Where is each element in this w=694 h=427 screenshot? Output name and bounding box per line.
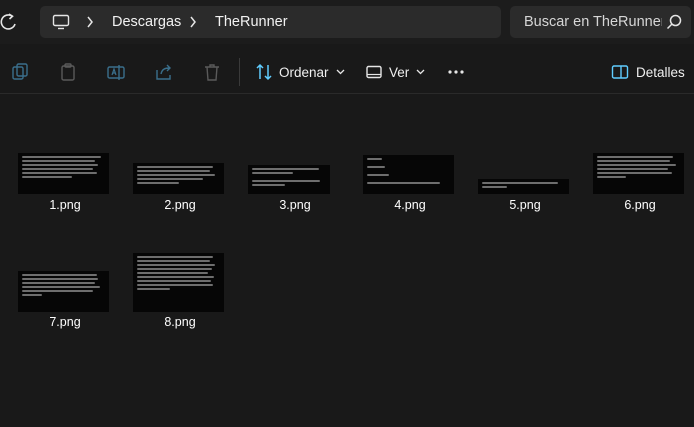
file-item-3[interactable]: 3.png xyxy=(240,151,350,255)
view-icon xyxy=(366,65,382,79)
sort-icon xyxy=(256,63,272,81)
file-name: 3.png xyxy=(279,198,311,212)
search-field[interactable]: Buscar en TheRunner xyxy=(510,6,691,38)
view-label: Ver xyxy=(389,64,410,80)
file-item-8[interactable]: 8.png xyxy=(125,253,235,357)
file-thumbnail xyxy=(478,179,569,194)
sort-button[interactable]: Ordenar xyxy=(254,60,345,84)
more-icon[interactable] xyxy=(446,62,466,82)
breadcrumb-item-descargas[interactable]: Descargas xyxy=(112,14,181,30)
breadcrumb[interactable]: Descargas TheRunner xyxy=(40,6,501,38)
details-button[interactable]: Detalles xyxy=(611,60,685,84)
refresh-icon[interactable] xyxy=(0,12,18,32)
share-icon[interactable] xyxy=(154,62,174,82)
view-button[interactable]: Ver xyxy=(365,60,425,84)
details-label: Detalles xyxy=(636,64,685,80)
file-thumbnail xyxy=(363,155,454,194)
breadcrumb-item-therunner[interactable]: TheRunner xyxy=(215,14,288,30)
sort-label: Ordenar xyxy=(279,64,329,80)
file-name: 7.png xyxy=(49,315,81,329)
file-item-1[interactable]: 1.png xyxy=(10,151,120,255)
file-name: 8.png xyxy=(164,315,196,329)
file-item-2[interactable]: 2.png xyxy=(125,151,235,255)
file-thumbnail xyxy=(248,165,330,194)
command-separator xyxy=(239,58,240,86)
chevron-down-icon xyxy=(416,69,425,75)
file-name: 1.png xyxy=(49,198,81,212)
search-placeholder: Buscar en TheRunner xyxy=(524,14,662,30)
chevron-down-icon xyxy=(336,69,344,75)
new-folder-icon[interactable] xyxy=(11,62,31,82)
copy-icon[interactable] xyxy=(58,62,78,82)
file-thumbnail xyxy=(593,153,684,194)
file-name: 6.png xyxy=(624,198,656,212)
address-row: Descargas TheRunner Buscar en TheRunner xyxy=(0,0,694,44)
file-thumbnail xyxy=(133,253,224,312)
delete-icon[interactable] xyxy=(202,62,222,82)
chevron-right-icon[interactable] xyxy=(189,16,197,28)
file-thumbnail xyxy=(18,153,109,194)
file-item-5[interactable]: 5.png xyxy=(470,151,580,255)
file-item-6[interactable]: 6.png xyxy=(585,151,694,255)
file-name: 4.png xyxy=(394,198,426,212)
file-thumbnail xyxy=(133,163,224,194)
file-grid: 1.png 2.png 3.png 4.png 5.png 6.png 7.pn… xyxy=(0,95,694,427)
file-thumbnail xyxy=(18,271,109,312)
chevron-right-icon[interactable] xyxy=(86,16,94,28)
command-bar: Ordenar Ver Detalles xyxy=(0,50,694,94)
this-pc-icon[interactable] xyxy=(52,13,70,31)
file-name: 5.png xyxy=(509,198,541,212)
file-item-7[interactable]: 7.png xyxy=(10,253,120,357)
file-name: 2.png xyxy=(164,198,196,212)
rename-icon[interactable] xyxy=(106,62,126,82)
file-item-4[interactable]: 4.png xyxy=(355,151,465,255)
details-pane-icon xyxy=(611,65,629,79)
search-icon xyxy=(666,14,682,30)
